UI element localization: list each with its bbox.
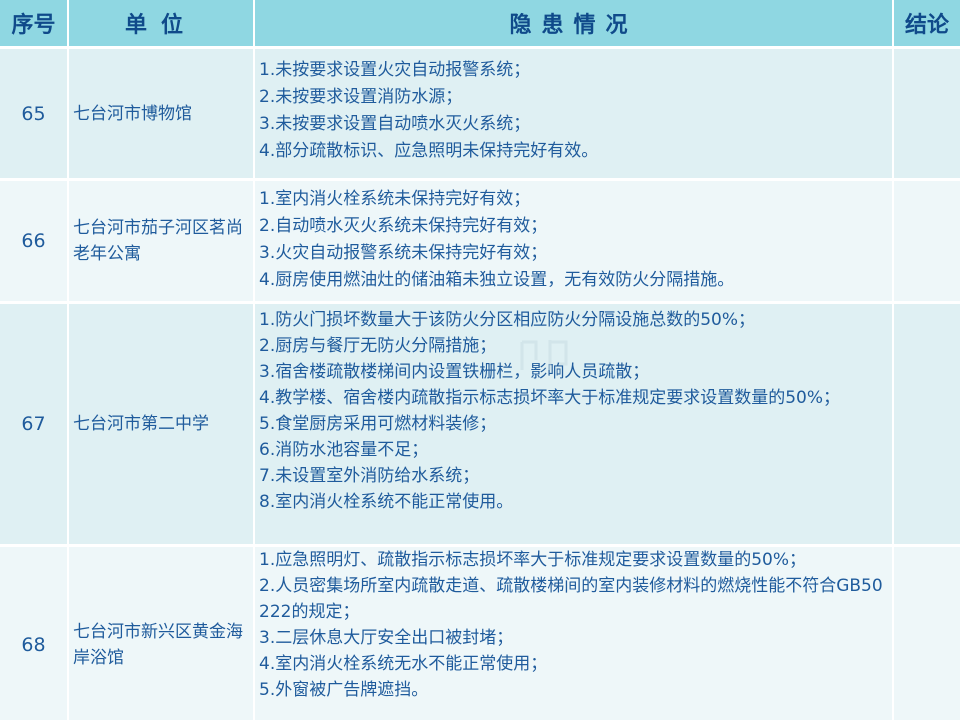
document-page: 序号 单位 隐患情况 结论 65 七台河市博物馆 1.未按要求设置火灾自动报警系… [0, 0, 960, 720]
table-row: 67 七台河市第二中学 1.防火门损坏数量大于该防火分区相应防火分隔设施总数的5… [0, 302, 960, 547]
table-body: 65 七台河市博物馆 1.未按要求设置火灾自动报警系统； 2.未按要求设置消防水… [0, 47, 960, 720]
hazard-table: 序号 单位 隐患情况 结论 65 七台河市博物馆 1.未按要求设置火灾自动报警系… [0, 0, 960, 720]
hazard-item: 8.室内消火栓系统不能正常使用。 [259, 492, 514, 512]
hazard-list: 1.室内消火栓系统未保持完好有效； 2.自动喷水灭火系统未保持完好有效； 3.火… [259, 186, 888, 294]
hazard-item: 4.教学楼、宿舍楼内疏散指示标志损坏率大于标准规定要求设置数量的50%； [259, 388, 841, 408]
hazard-item: 1.防火门损坏数量大于该防火分区相应防火分隔设施总数的50%； [259, 310, 756, 330]
table-row: 66 七台河市茄子河区茗尚老年公寓 1.室内消火栓系统未保持完好有效； 2.自动… [0, 179, 960, 304]
hazard-item: 2.自动喷水灭火系统未保持完好有效； [259, 216, 548, 236]
hazard-list: 1.应急照明灯、疏散指示标志损坏率大于标准规定要求设置数量的50%； 2.人员密… [259, 547, 888, 703]
hazard-item: 5.食堂厨房采用可燃材料装修； [259, 414, 497, 434]
hazard-item: 3.未按要求设置自动喷水灭火系统； [259, 114, 531, 134]
row-hazard-list-cell: 1.防火门损坏数量大于该防火分区相应防火分隔设施总数的50%； 2.厨房与餐厅无… [254, 302, 894, 547]
row-conclusion [893, 179, 960, 304]
hazard-item: 6.消防水池容量不足； [259, 440, 429, 460]
table-row: 65 七台河市博物馆 1.未按要求设置火灾自动报警系统； 2.未按要求设置消防水… [0, 47, 960, 181]
row-serial-number: 67 [0, 302, 69, 547]
hazard-item: 2.人员密集场所室内疏散走道、疏散楼梯间的室内装修材料的燃烧性能不符合GB502… [259, 576, 883, 622]
table-row: 68 七台河市新兴区黄金海岸浴馆 1.应急照明灯、疏散指示标志损坏率大于标准规定… [0, 545, 960, 720]
header-hazard-situation: 隐患情况 [254, 0, 894, 49]
hazard-item: 7.未设置室外消防给水系统； [259, 466, 480, 486]
hazard-item: 3.宿舍楼疏散楼梯间内设置铁栅栏，影响人员疏散； [259, 362, 650, 382]
header-conclusion: 结论 [893, 0, 960, 49]
header-unit: 单位 [68, 0, 255, 49]
row-serial-number: 65 [0, 47, 69, 181]
row-unit-name: 七台河市第二中学 [68, 302, 255, 547]
row-hazard-list-cell: 1.未按要求设置火灾自动报警系统； 2.未按要求设置消防水源； 3.未按要求设置… [254, 47, 894, 181]
hazard-item: 4.室内消火栓系统无水不能正常使用； [259, 654, 548, 674]
hazard-item: 3.二层休息大厅安全出口被封堵； [259, 628, 514, 648]
row-conclusion [893, 47, 960, 181]
row-conclusion [893, 545, 960, 720]
hazard-item: 3.火灾自动报警系统未保持完好有效； [259, 243, 548, 263]
hazard-list: 1.防火门损坏数量大于该防火分区相应防火分隔设施总数的50%； 2.厨房与餐厅无… [259, 307, 888, 515]
hazard-item: 4.部分疏散标识、应急照明未保持完好有效。 [259, 141, 599, 161]
row-unit-name: 七台河市茄子河区茗尚老年公寓 [68, 179, 255, 304]
header-serial-number: 序号 [0, 0, 69, 49]
hazard-item: 1.未按要求设置火灾自动报警系统； [259, 60, 531, 80]
row-hazard-list-cell: 1.应急照明灯、疏散指示标志损坏率大于标准规定要求设置数量的50%； 2.人员密… [254, 545, 894, 720]
row-unit-name: 七台河市博物馆 [68, 47, 255, 181]
hazard-list: 1.未按要求设置火灾自动报警系统； 2.未按要求设置消防水源； 3.未按要求设置… [259, 57, 888, 165]
header-row: 序号 单位 隐患情况 结论 [0, 0, 960, 49]
table-header: 序号 单位 隐患情况 结论 [0, 0, 960, 49]
hazard-item: 4.厨房使用燃油灶的储油箱未独立设置，无有效防火分隔措施。 [259, 270, 735, 290]
hazard-item: 1.应急照明灯、疏散指示标志损坏率大于标准规定要求设置数量的50%； [259, 550, 807, 570]
hazard-item: 2.未按要求设置消防水源； [259, 87, 463, 107]
hazard-item: 2.厨房与餐厅无防火分隔措施； [259, 336, 497, 356]
hazard-item: 5.外窗被广告牌遮挡。 [259, 680, 429, 700]
row-serial-number: 68 [0, 545, 69, 720]
hazard-item: 1.室内消火栓系统未保持完好有效； [259, 189, 531, 209]
row-unit-name: 七台河市新兴区黄金海岸浴馆 [68, 545, 255, 720]
row-conclusion [893, 302, 960, 547]
row-serial-number: 66 [0, 179, 69, 304]
row-hazard-list-cell: 1.室内消火栓系统未保持完好有效； 2.自动喷水灭火系统未保持完好有效； 3.火… [254, 179, 894, 304]
